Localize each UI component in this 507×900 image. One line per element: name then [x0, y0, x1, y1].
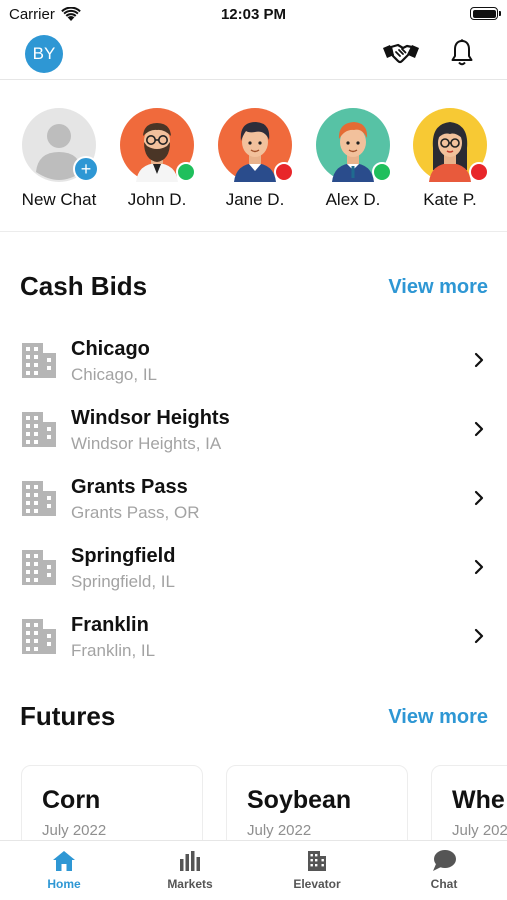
building-icon — [22, 412, 56, 447]
chevron-right-icon — [474, 421, 484, 437]
cash-bid-name: Chicago — [71, 338, 150, 360]
profile-avatar[interactable]: BY — [25, 35, 63, 73]
cash-bids-title: Cash Bids — [20, 271, 148, 301]
futures-view-more-link[interactable]: View more — [388, 706, 488, 729]
contact-avatar — [316, 108, 392, 182]
add-icon: + — [73, 156, 99, 182]
building-icon — [22, 550, 56, 585]
contact-alex[interactable]: Alex D. — [308, 108, 398, 210]
chat-icon — [433, 850, 456, 871]
contact-name: New Chat — [21, 190, 97, 209]
tab-label: Elevator — [293, 877, 341, 891]
contact-avatar — [413, 108, 489, 182]
cash-bid-row[interactable]: Franklin Franklin, IL — [0, 607, 507, 676]
contact-name: Alex D. — [325, 190, 381, 209]
contact-name: Jane D. — [225, 190, 285, 209]
chevron-right-icon — [474, 352, 484, 368]
tab-chat[interactable]: Chat — [394, 849, 494, 891]
cash-bid-location: Franklin, IL — [71, 641, 156, 660]
building-icon — [22, 481, 56, 516]
status-dot — [274, 162, 294, 182]
chevron-right-icon — [474, 559, 484, 575]
tab-label: Markets — [167, 877, 213, 891]
contact-john[interactable]: John D. — [112, 108, 202, 210]
contact-jane[interactable]: Jane D. — [210, 108, 300, 210]
cash-bids-view-more-link[interactable]: View more — [388, 276, 488, 299]
chat-contacts: + New Chat John D. Jane D. Alex D. Kate … — [0, 108, 507, 218]
contact-avatar — [218, 108, 294, 182]
clock: 12:03 PM — [220, 6, 287, 23]
top-nav: BY — [0, 30, 507, 80]
status-dot — [469, 162, 489, 182]
elevator-icon — [308, 851, 326, 871]
tab-bar: Home Markets Elevator Chat — [0, 840, 507, 900]
futures-card-month: July 2022 — [247, 822, 312, 839]
chevron-right-icon — [474, 628, 484, 644]
cash-bid-row[interactable]: Windsor Heights Windsor Heights, IA — [0, 400, 507, 469]
cash-bid-row[interactable]: Springfield Springfield, IL — [0, 538, 507, 607]
handshake-icon[interactable] — [381, 41, 421, 67]
chevron-right-icon — [474, 490, 484, 506]
tab-home[interactable]: Home — [14, 849, 114, 891]
contact-avatar — [120, 108, 196, 182]
bell-icon[interactable] — [450, 38, 474, 68]
contact-name: Kate P. — [423, 190, 477, 209]
cash-bid-location: Chicago, IL — [71, 365, 157, 384]
home-icon — [53, 851, 75, 871]
futures-card-month: July 202 — [452, 822, 507, 839]
cash-bid-name: Grants Pass — [71, 476, 188, 498]
building-icon — [22, 343, 56, 378]
markets-icon — [180, 851, 200, 871]
tab-label: Home — [47, 877, 81, 891]
cash-bid-name: Springfield — [71, 545, 176, 567]
divider — [0, 231, 507, 232]
cash-bid-row[interactable]: Chicago Chicago, IL — [0, 331, 507, 400]
tab-label: Chat — [430, 877, 458, 891]
battery-icon — [470, 7, 501, 20]
new-chat-avatar: + — [22, 108, 99, 182]
status-dot — [176, 162, 196, 182]
building-icon — [22, 619, 56, 654]
cash-bid-location: Windsor Heights, IA — [71, 434, 222, 453]
futures-card-title: Corn — [42, 786, 101, 814]
cash-bid-name: Franklin — [71, 614, 149, 636]
cash-bid-location: Grants Pass, OR — [71, 503, 200, 522]
futures-card-month: July 2022 — [42, 822, 107, 839]
cash-bid-name: Windsor Heights — [71, 407, 230, 429]
tab-markets[interactable]: Markets — [140, 849, 240, 891]
status-bar: Carrier 12:03 PM — [0, 0, 507, 30]
cash-bid-row[interactable]: Grants Pass Grants Pass, OR — [0, 469, 507, 538]
status-dot — [372, 162, 392, 182]
contact-kate[interactable]: Kate P. — [405, 108, 495, 210]
futures-card-title: Whe — [452, 786, 505, 814]
tab-elevator[interactable]: Elevator — [267, 849, 367, 891]
futures-title: Futures — [20, 701, 116, 731]
cash-bid-location: Springfield, IL — [71, 572, 175, 591]
contact-name: John D. — [127, 190, 187, 209]
new-chat-button[interactable]: + New Chat — [14, 108, 104, 210]
futures-card-title: Soybean — [247, 786, 352, 814]
